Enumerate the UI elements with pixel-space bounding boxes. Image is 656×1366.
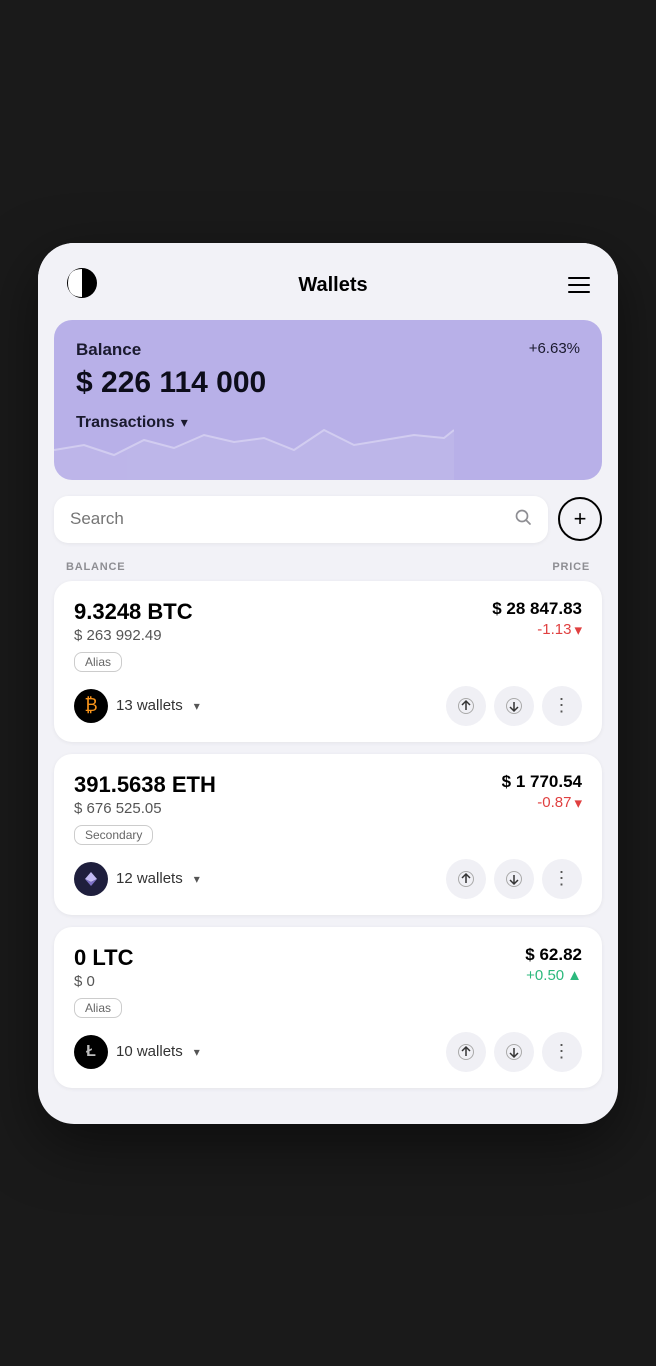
ltc-price: $ 62.82 bbox=[525, 945, 582, 965]
ltc-usd: $ 0 bbox=[74, 973, 133, 990]
eth-card: 391.5638 ETH $ 676 525.05 Secondary $ 1 … bbox=[54, 754, 602, 915]
btc-more-button[interactable]: ⋮ bbox=[542, 686, 582, 726]
eth-usd: $ 676 525.05 bbox=[74, 800, 216, 817]
eth-amount: 391.5638 ETH bbox=[74, 772, 216, 798]
btc-send-button[interactable] bbox=[446, 686, 486, 726]
ltc-alias: Alias bbox=[74, 998, 122, 1018]
btc-price: $ 28 847.83 bbox=[492, 599, 582, 619]
balance-label: Balance bbox=[76, 340, 141, 360]
btc-wallets-row[interactable]: ₿ 13 wallets ▾ bbox=[74, 689, 200, 723]
ltc-wallets-chevron: ▾ bbox=[194, 1045, 200, 1059]
btc-receive-button[interactable] bbox=[494, 686, 534, 726]
logo-icon bbox=[66, 267, 98, 304]
btc-wallets-chevron: ▾ bbox=[194, 699, 200, 713]
ltc-send-button[interactable] bbox=[446, 1032, 486, 1072]
ltc-more-button[interactable]: ⋮ bbox=[542, 1032, 582, 1072]
price-column-header: PRICE bbox=[552, 561, 590, 573]
btc-usd: $ 263 992.49 bbox=[74, 627, 193, 644]
ltc-icon: Ł bbox=[74, 1035, 108, 1069]
eth-actions: ⋮ bbox=[446, 859, 582, 899]
eth-receive-button[interactable] bbox=[494, 859, 534, 899]
eth-wallets-chevron: ▾ bbox=[194, 872, 200, 886]
search-icon bbox=[514, 508, 532, 531]
ltc-wallets-row[interactable]: Ł 10 wallets ▾ bbox=[74, 1035, 200, 1069]
balance-chart bbox=[54, 400, 454, 480]
transactions-row[interactable]: Transactions ▾ bbox=[76, 414, 580, 432]
btc-amount: 9.3248 BTC bbox=[74, 599, 193, 625]
balance-card: Balance +6.63% $ 226 114 000 Transaction… bbox=[54, 320, 602, 480]
eth-wallet-count: 12 wallets bbox=[116, 870, 183, 887]
ltc-wallet-count: 10 wallets bbox=[116, 1043, 183, 1060]
ltc-card: 0 LTC $ 0 Alias $ 62.82 +0.50 ▲ Ł 10 wal… bbox=[54, 927, 602, 1088]
eth-price: $ 1 770.54 bbox=[502, 772, 582, 792]
btc-actions: ⋮ bbox=[446, 686, 582, 726]
add-wallet-button[interactable]: + bbox=[558, 497, 602, 541]
search-input[interactable] bbox=[70, 509, 504, 529]
eth-icon bbox=[74, 862, 108, 896]
balance-amount: $ 226 114 000 bbox=[76, 366, 580, 400]
ltc-actions: ⋮ bbox=[446, 1032, 582, 1072]
transactions-label: Transactions bbox=[76, 414, 175, 432]
header: Wallets bbox=[38, 243, 618, 320]
btc-change: -1.13 ▾ bbox=[492, 621, 582, 639]
balance-percent: +6.63% bbox=[529, 340, 580, 357]
page-title: Wallets bbox=[298, 274, 367, 297]
ltc-receive-button[interactable] bbox=[494, 1032, 534, 1072]
eth-wallets-row[interactable]: 12 wallets ▾ bbox=[74, 862, 200, 896]
eth-alias: Secondary bbox=[74, 825, 153, 845]
ltc-amount: 0 LTC bbox=[74, 945, 133, 971]
column-headers: BALANCE PRICE bbox=[38, 557, 618, 581]
transactions-chevron: ▾ bbox=[181, 414, 188, 431]
search-box bbox=[54, 496, 548, 543]
eth-change: -0.87 ▾ bbox=[502, 794, 582, 812]
menu-button[interactable] bbox=[568, 277, 590, 293]
search-row: + bbox=[38, 496, 618, 557]
btc-wallet-count: 13 wallets bbox=[116, 697, 183, 714]
balance-column-header: BALANCE bbox=[66, 561, 125, 573]
eth-send-button[interactable] bbox=[446, 859, 486, 899]
btc-icon: ₿ bbox=[74, 689, 108, 723]
btc-alias: Alias bbox=[74, 652, 122, 672]
btc-card: 9.3248 BTC $ 263 992.49 Alias $ 28 847.8… bbox=[54, 581, 602, 742]
ltc-change: +0.50 ▲ bbox=[525, 967, 582, 984]
eth-more-button[interactable]: ⋮ bbox=[542, 859, 582, 899]
